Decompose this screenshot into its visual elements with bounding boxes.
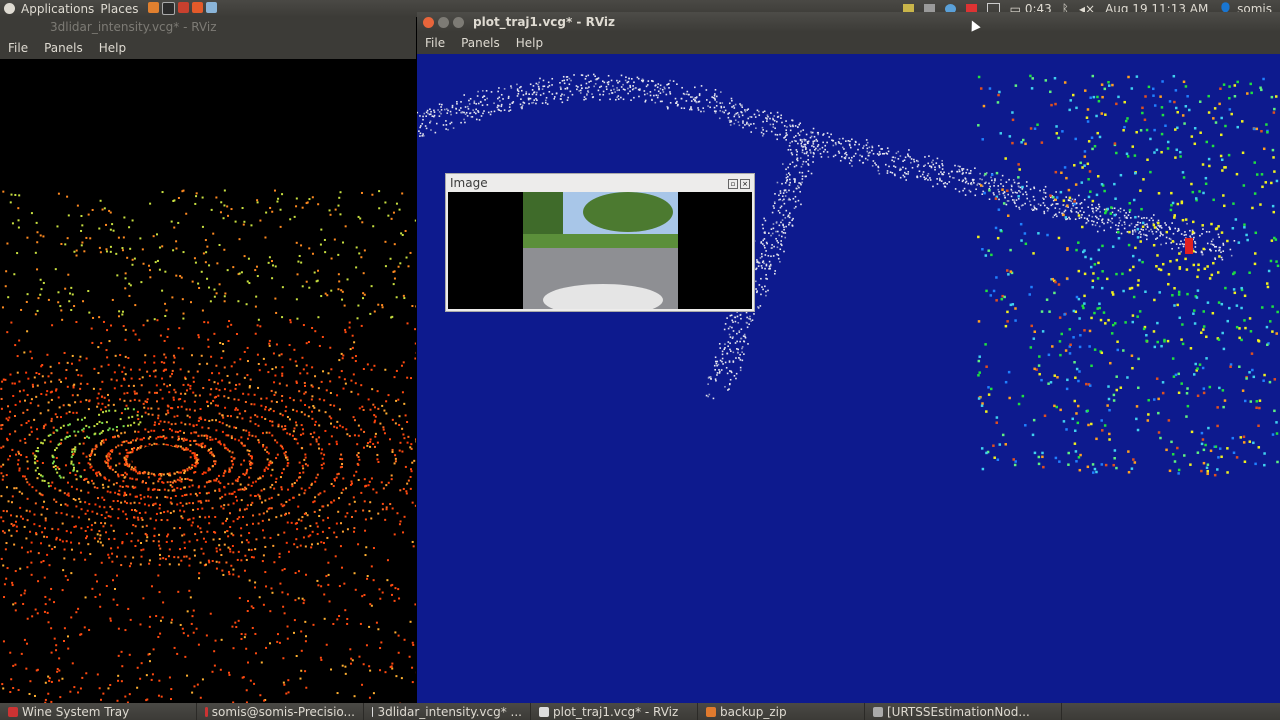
right-menu-file[interactable]: File <box>417 36 453 50</box>
rviz-icon <box>539 706 549 717</box>
image-panel-title: Image <box>450 176 488 190</box>
terminal-icon <box>205 706 208 717</box>
task-terminal[interactable]: somis@somis-Precisio... <box>197 703 364 720</box>
grass <box>523 234 678 250</box>
camera-image <box>448 192 752 309</box>
right-window-title: plot_traj1.vcg* - RViz <box>473 15 616 29</box>
lidar-intensity-view[interactable] <box>0 59 416 703</box>
task-label: plot_traj1.vcg* - RViz <box>553 704 679 719</box>
close-panel-icon[interactable]: × <box>740 179 750 189</box>
app-launcher-icon[interactable] <box>178 2 190 13</box>
right-menu-panels[interactable]: Panels <box>453 36 508 50</box>
trajectory-pointcloud <box>417 73 1280 477</box>
firefox-icon[interactable] <box>148 2 160 13</box>
undock-icon[interactable]: ▫ <box>728 179 738 189</box>
right-window-titlebar[interactable]: plot_traj1.vcg* - RViz <box>417 12 1280 32</box>
left-menu-help[interactable]: Help <box>91 41 134 55</box>
task-backup[interactable]: backup_zip <box>698 703 865 720</box>
task-label: somis@somis-Precisio... <box>211 704 355 719</box>
tree-canopy <box>583 192 673 232</box>
right-window-menubar: File Panels Help <box>417 32 1280 54</box>
task-label: [URTSSEstimationNod... <box>887 704 1030 719</box>
terminal-icon <box>873 706 883 717</box>
vehicle-marker <box>1185 238 1193 254</box>
terminal-icon[interactable] <box>162 2 176 15</box>
task-label: backup_zip <box>720 704 787 719</box>
left-window-menubar: File Panels Help <box>0 37 416 59</box>
left-window-title: 3dlidar_intensity.vcg* - RViz <box>50 20 217 34</box>
right-rviz-window: plot_traj1.vcg* - RViz File Panels Help <box>417 12 1280 703</box>
lidar-scatter <box>0 189 416 703</box>
task-wine[interactable]: Wine System Tray <box>0 703 197 720</box>
left-menu-file[interactable]: File <box>0 41 36 55</box>
right-menu-help[interactable]: Help <box>508 36 551 50</box>
browser-icon[interactable] <box>192 2 204 13</box>
task-rviz-left[interactable]: 3dlidar_intensity.vcg* ... <box>364 703 531 720</box>
task-rviz-right[interactable]: plot_traj1.vcg* - RViz <box>531 703 698 720</box>
vehicle-shadow <box>132 445 188 473</box>
task-label: Wine System Tray <box>22 704 130 719</box>
launcher-icons <box>148 2 218 15</box>
trajectory-view[interactable] <box>417 54 1280 703</box>
task-estimation[interactable]: [URTSSEstimationNod... <box>865 703 1062 720</box>
rviz-icon <box>372 706 374 717</box>
left-window-titlebar[interactable]: 3dlidar_intensity.vcg* - RViz <box>0 17 416 37</box>
folder-icon <box>706 706 716 717</box>
image-panel[interactable]: Image ▫ × <box>445 173 755 312</box>
close-icon[interactable] <box>423 16 434 28</box>
left-rviz-window: 3dlidar_intensity.vcg* - RViz File Panel… <box>0 17 416 703</box>
maximize-icon[interactable] <box>453 16 464 28</box>
network-icon[interactable] <box>206 2 218 13</box>
lidar-rings <box>0 353 416 567</box>
applications-menu[interactable]: Applications <box>21 2 94 16</box>
task-label: 3dlidar_intensity.vcg* ... <box>377 704 522 719</box>
left-menu-panels[interactable]: Panels <box>36 41 91 55</box>
colored-points <box>977 74 1280 477</box>
places-menu[interactable]: Places <box>100 2 138 16</box>
ubuntu-logo-icon[interactable] <box>4 3 15 14</box>
minimize-icon[interactable] <box>438 16 449 28</box>
lidar-pointcloud <box>0 189 416 703</box>
taskbar: Wine System Tray somis@somis-Precisio...… <box>0 703 1280 720</box>
wine-icon <box>8 706 18 717</box>
